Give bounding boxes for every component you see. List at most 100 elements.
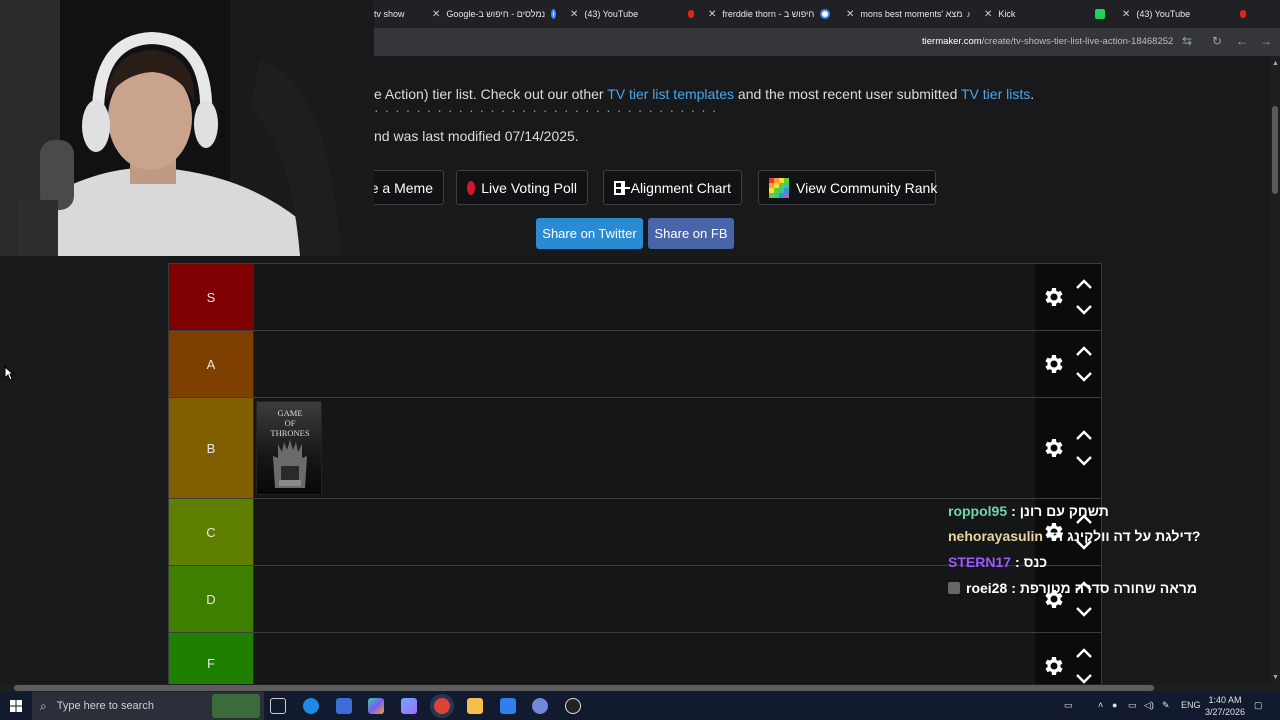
windows-start-icon[interactable] (10, 700, 22, 712)
obs-icon[interactable] (565, 698, 581, 714)
tier-drop-zone[interactable] (254, 499, 1035, 565)
close-icon[interactable]: ✕ (708, 9, 716, 20)
poster-title-word: GAME (277, 408, 303, 418)
gear-icon[interactable] (1041, 285, 1065, 309)
file-explorer-icon[interactable] (467, 698, 483, 714)
tab-kick[interactable]: ✕ Kick (984, 0, 1114, 28)
share-twitter-button[interactable]: Share on Twitter (536, 218, 643, 249)
discord-icon[interactable] (532, 698, 548, 714)
clock[interactable]: 1:40 AM 3/27/2026 (1200, 694, 1250, 718)
chevron-down-icon[interactable] (1075, 606, 1093, 618)
tier-label[interactable]: A (169, 331, 254, 397)
tier-controls (1035, 633, 1101, 686)
chevron-up-icon[interactable] (1075, 647, 1093, 659)
scroll-down-icon[interactable]: ▼ (1272, 674, 1279, 681)
gear-icon[interactable] (1041, 352, 1065, 376)
youtube-icon (688, 10, 694, 18)
button-label: te a Meme (366, 179, 433, 196)
tier-drop-zone[interactable]: GAME OF THRONES (254, 398, 1035, 498)
live-voting-poll-button[interactable]: Live Voting Poll (456, 170, 588, 205)
user-badge-icon (948, 582, 960, 594)
share-fb-button[interactable]: Share on FB (648, 218, 734, 249)
ai-app-icon[interactable] (401, 698, 417, 714)
edge-icon[interactable] (303, 698, 319, 714)
tier-label[interactable]: B (169, 398, 254, 498)
search-icon: ⌕ (40, 698, 47, 713)
tray-app-icon[interactable]: ▭ (1064, 700, 1073, 711)
tab-google-search[interactable]: ✕ Google-נמלסים - חיפוש ב (432, 0, 562, 28)
description-line: e Action) tier list. Check out our other… (374, 86, 1034, 102)
tier-drop-zone[interactable] (254, 633, 1035, 686)
close-icon[interactable]: ✕ (984, 9, 992, 20)
chat-username: roppol95 (948, 503, 1008, 519)
close-icon[interactable]: ✕ (846, 9, 854, 20)
translate-icon[interactable]: ⇆ (1182, 34, 1192, 48)
network-icon[interactable]: ▭ (1128, 700, 1137, 711)
iron-throne-image (273, 440, 307, 488)
tab-youtube[interactable]: ✕ (43) YouTube (570, 0, 700, 28)
pen-icon[interactable]: ✎ (1162, 700, 1170, 711)
tab-tiktok[interactable]: ✕ mons best moments' מצא ♪ (846, 0, 978, 28)
tier-label[interactable]: S (169, 264, 254, 330)
language-indicator[interactable]: ENG (1181, 700, 1201, 710)
scrollbar-thumb[interactable] (1272, 106, 1278, 194)
close-icon[interactable]: ✕ (432, 9, 440, 20)
tab-title: Kick (998, 9, 1016, 19)
tier-drop-zone[interactable] (254, 264, 1035, 330)
chevron-down-icon[interactable] (1075, 455, 1093, 467)
tab-youtube-2[interactable]: ✕ (43) YouTube (1122, 0, 1252, 28)
url-domain: tiermaker.com (922, 36, 982, 47)
tier-drop-zone[interactable] (254, 331, 1035, 397)
tab-title: Google-נמלסים - חיפוש ב (446, 9, 546, 19)
poster-title-word: THRONES (270, 428, 310, 438)
close-icon[interactable]: ✕ (570, 9, 578, 20)
cut-text: · · · · · · · · · · · · · · · · · · · · … (374, 102, 718, 118)
scrollbar-thumb[interactable] (14, 685, 1154, 691)
back-icon[interactable]: ← (1236, 34, 1248, 48)
chat-message: roppol95 : תשחק עם רונן (948, 500, 1109, 522)
horizontal-scrollbar[interactable] (0, 684, 1280, 692)
tab-tv-show[interactable]: tv show (374, 0, 432, 28)
forward-icon[interactable]: → (1260, 34, 1272, 48)
tier-drop-zone[interactable] (254, 566, 1035, 632)
tab-title: tv show (374, 9, 405, 19)
tv-templates-link[interactable]: TV tier list templates (607, 86, 734, 102)
tier-row-b: B GAME OF THRONES (169, 398, 1101, 499)
game-of-thrones-poster[interactable]: GAME OF THRONES (256, 401, 322, 495)
tier-label[interactable]: C (169, 499, 254, 565)
task-view-icon[interactable] (270, 698, 286, 714)
store-icon[interactable] (336, 698, 352, 714)
url-text[interactable]: tiermaker.com/create/tv-shows-tier-list-… (922, 36, 1173, 47)
gear-icon[interactable] (1041, 436, 1065, 460)
chrome-icon[interactable] (434, 698, 450, 714)
tv-tier-lists-link[interactable]: TV tier lists (961, 86, 1030, 102)
app-icon[interactable] (500, 698, 516, 714)
tab-title: frerddie thorn - חיפוש ב (722, 9, 815, 19)
reload-icon[interactable]: ↻ (1212, 34, 1222, 48)
taskbar-search-box[interactable]: ⌕ Type here to search (32, 692, 264, 720)
gear-icon[interactable] (1041, 654, 1065, 678)
vertical-scrollbar[interactable]: ▲ ▼ (1270, 56, 1280, 686)
tier-label[interactable]: D (169, 566, 254, 632)
poster-title-word: OF (284, 418, 296, 428)
tier-list: S A B GAME OF THRONES C D F (168, 263, 1102, 686)
chevron-down-icon[interactable] (1075, 371, 1093, 383)
chevron-up-icon[interactable]: ˄ (1098, 700, 1103, 710)
volume-icon[interactable]: ◁) (1144, 700, 1154, 711)
tab-freddie-search[interactable]: ✕ frerddie thorn - חיפוש ב (708, 0, 838, 28)
chat-username: STERN17 (948, 554, 1012, 570)
close-icon[interactable]: ✕ (1122, 9, 1130, 20)
tier-label[interactable]: F (169, 633, 254, 686)
view-community-rank-button[interactable]: View Community Rank (758, 170, 937, 205)
alignment-chart-button[interactable]: Alignment Chart (603, 170, 742, 205)
text-fragment: . (1030, 86, 1035, 102)
copilot-icon[interactable] (368, 698, 384, 714)
scroll-up-icon[interactable]: ▲ (1272, 60, 1279, 67)
chevron-up-icon[interactable] (1075, 278, 1093, 290)
microphone-icon[interactable]: ● (1112, 700, 1117, 710)
address-bar[interactable]: tiermaker.com/create/tv-shows-tier-list-… (374, 28, 1280, 56)
chevron-up-icon[interactable] (1075, 429, 1093, 441)
notification-icon[interactable]: ▢ (1254, 700, 1263, 711)
chevron-down-icon[interactable] (1075, 304, 1093, 316)
chevron-up-icon[interactable] (1075, 345, 1093, 357)
